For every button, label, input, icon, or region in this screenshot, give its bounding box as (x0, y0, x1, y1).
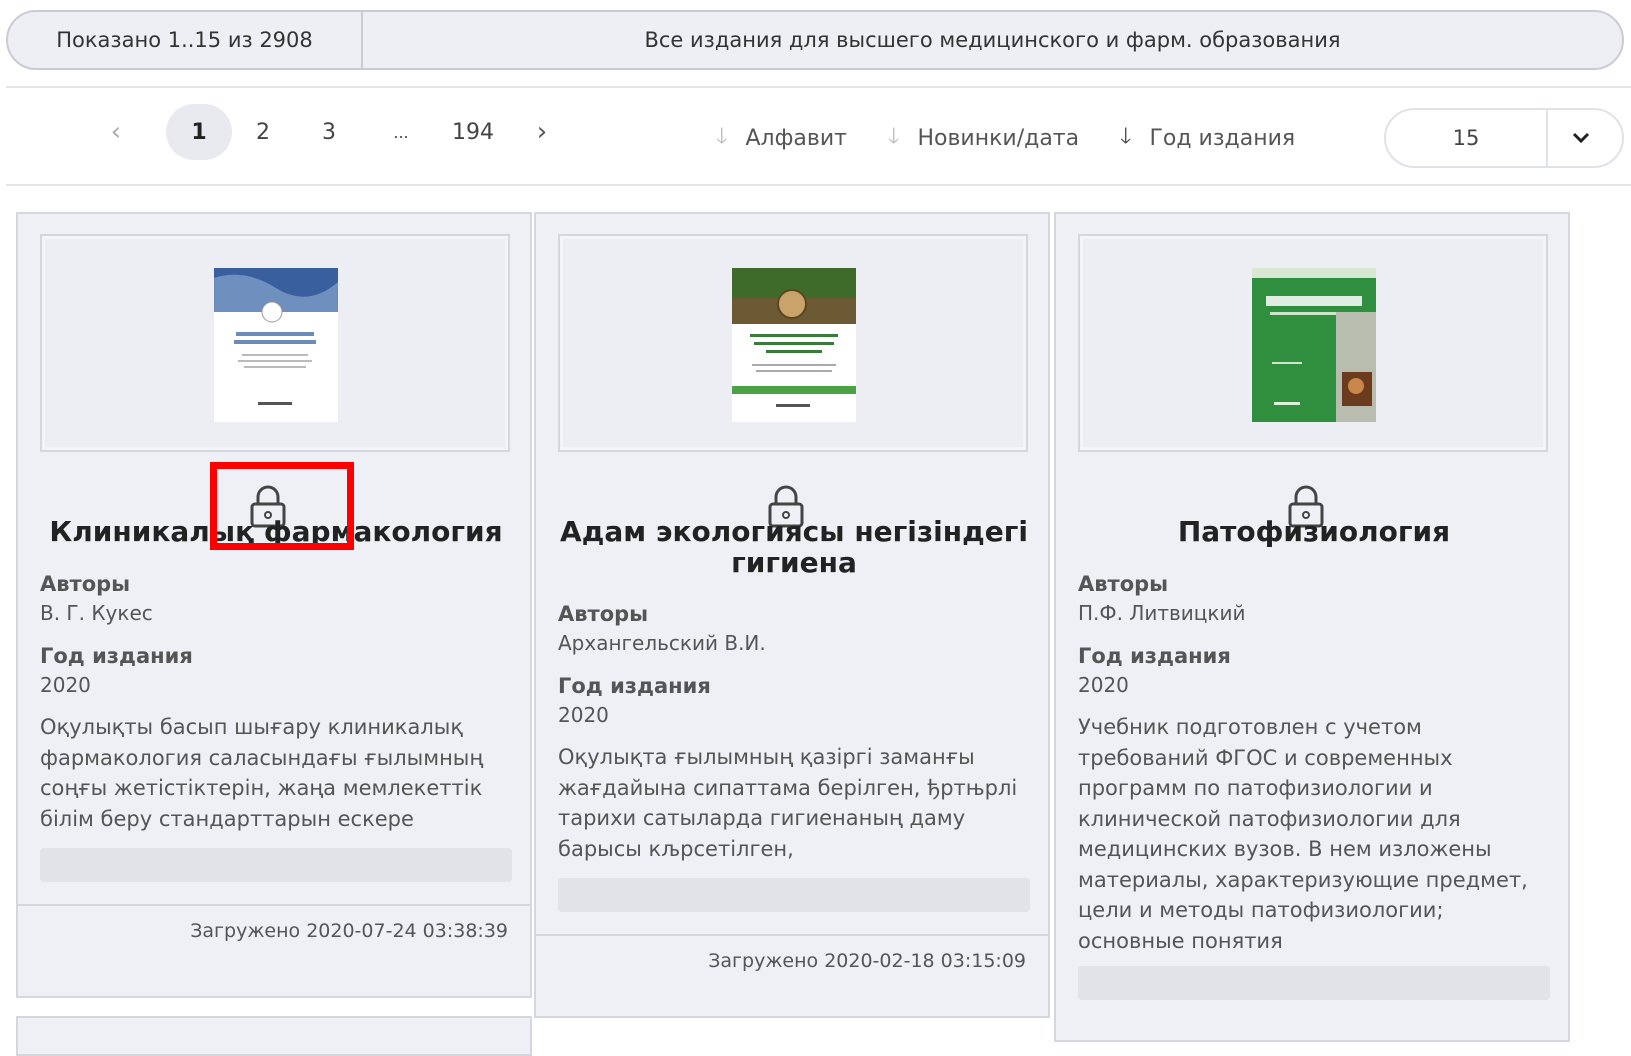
page-ellipsis: ... (393, 122, 409, 142)
book-cover-image (732, 268, 856, 422)
book-title[interactable]: Патофизиология (1066, 516, 1562, 547)
authors-label: Авторы (40, 572, 131, 596)
cover-frame (40, 234, 510, 452)
uploaded-date: Загружено 2020-02-18 03:15:09 (708, 950, 1026, 972)
year-label: Год издания (1078, 644, 1231, 668)
chevron-down-icon[interactable] (1546, 110, 1614, 166)
arrow-down-icon: 🡓 (716, 124, 728, 149)
book-description: Оқулықты басып шығару клиникалық фармако… (40, 715, 484, 831)
book-description: Оқулықта ғылымның қазіргі заманғы жағдай… (558, 745, 1018, 861)
highlight-box (210, 462, 354, 550)
prev-page-chevron-icon[interactable]: ‹ (104, 104, 128, 160)
sort-alphabet-label: Алфавит (745, 125, 847, 151)
year-value: 2020 (558, 703, 609, 727)
book-card[interactable]: Патофизиология Авторы П.Ф. Литвицкий Год… (1054, 212, 1570, 1042)
page-1-button[interactable]: 1 (166, 104, 232, 160)
divider (6, 86, 1631, 88)
sort-newest[interactable]: 🡓 Новинки/дата (888, 118, 1079, 158)
collection-heading: Все издания для высшего медицинского и ф… (644, 28, 1341, 52)
page-194-button[interactable]: 194 (450, 104, 496, 160)
sort-newest-label: Новинки/дата (917, 125, 1080, 151)
authors-label: Авторы (558, 602, 649, 626)
book-card[interactable]: Адам экологиясы негізіндегі гигиена Авто… (534, 212, 1050, 1018)
sort-alphabet[interactable]: 🡓 Алфавит (716, 118, 847, 158)
book-cover-image (214, 268, 338, 422)
page-3-button[interactable]: 3 (316, 104, 342, 160)
action-bar[interactable] (558, 878, 1030, 912)
book-card[interactable] (16, 1016, 532, 1056)
book-cover-image (1252, 268, 1376, 422)
results-summary-bar: Показано 1..15 из 2908 Все издания для в… (6, 10, 1624, 70)
arrow-down-icon: 🡓 (888, 124, 900, 149)
year-label: Год издания (558, 674, 711, 698)
next-page-chevron-icon[interactable]: › (530, 104, 554, 160)
per-page-select[interactable]: 15 (1384, 108, 1624, 168)
book-title[interactable]: Адам экологиясы негізіндегі гигиена (546, 516, 1042, 578)
page-2-button[interactable]: 2 (250, 104, 276, 160)
year-label: Год издания (40, 644, 193, 668)
book-description: Учебник подготовлен с учетом требований … (1078, 715, 1528, 953)
sort-year[interactable]: 🡓 Год издания (1120, 118, 1295, 158)
authors-value: Архангельский В.И. (558, 631, 766, 655)
authors-label: Авторы (1078, 572, 1169, 596)
year-value: 2020 (1078, 673, 1129, 697)
action-bar[interactable] (40, 848, 512, 882)
cover-frame (1078, 234, 1548, 452)
book-card[interactable]: Клиникалық фармакология Авторы В. Г. Кук… (16, 212, 532, 998)
uploaded-date: Загружено 2020-07-24 03:38:39 (190, 920, 508, 942)
year-value: 2020 (40, 673, 91, 697)
card-footer: Загружено 2020-07-24 03:38:39 (18, 904, 530, 1000)
sort-year-label: Год издания (1149, 125, 1296, 151)
card-footer: Загружено 2020-02-18 03:15:09 (536, 934, 1048, 1020)
cover-frame (558, 234, 1028, 452)
per-page-value: 15 (1452, 126, 1480, 150)
action-bar[interactable] (1078, 966, 1550, 1000)
divider (6, 184, 1631, 186)
results-count: Показано 1..15 из 2908 (8, 12, 363, 68)
arrow-down-icon: 🡓 (1120, 124, 1132, 149)
authors-value: П.Ф. Литвицкий (1078, 601, 1246, 625)
authors-value: В. Г. Кукес (40, 601, 153, 625)
